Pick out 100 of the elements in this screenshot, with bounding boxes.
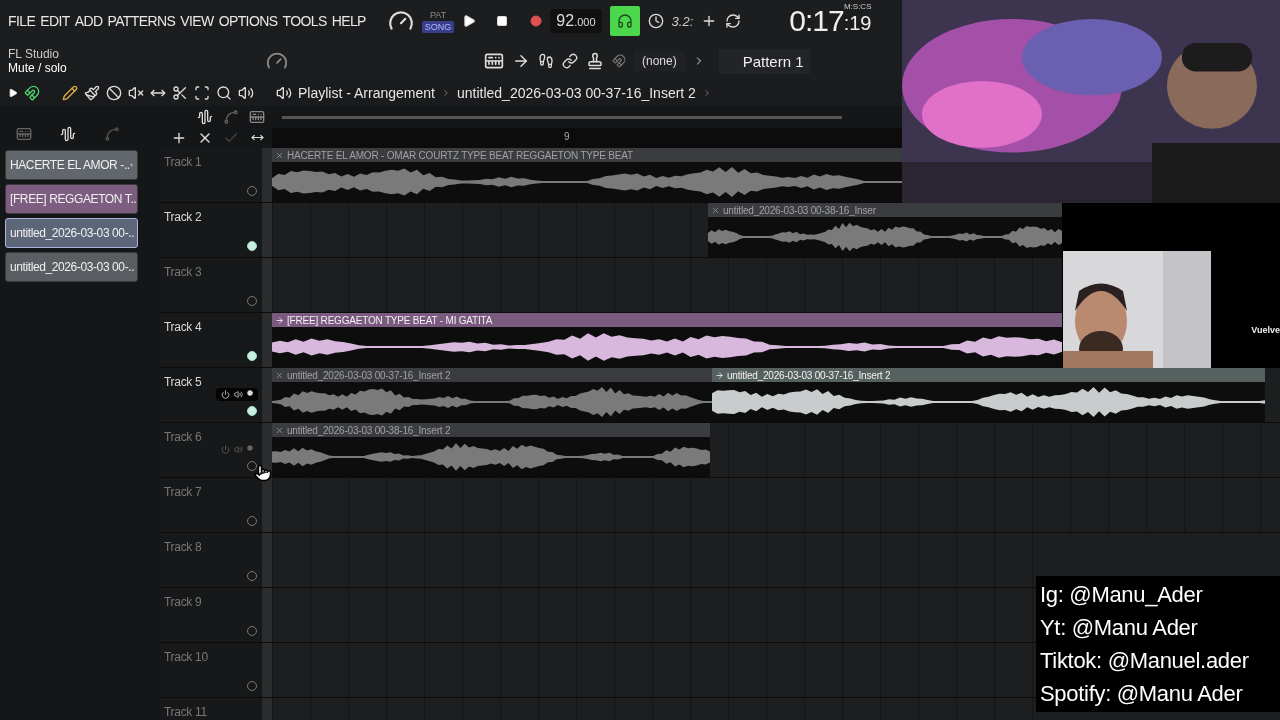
social-handle: Ig: @Manu_Ader bbox=[1040, 581, 1204, 609]
track-name: Track 4 bbox=[164, 320, 202, 334]
breadcrumb-path[interactable]: untitled_2026-03-03 00-37-16_Insert 2 bbox=[456, 85, 696, 101]
play-icon[interactable] bbox=[462, 14, 477, 28]
track-header[interactable]: Track 9 bbox=[160, 588, 262, 642]
pencil-icon[interactable] bbox=[62, 85, 78, 101]
track-header[interactable]: Track 7 bbox=[160, 478, 262, 532]
track-header[interactable]: Track 8 bbox=[160, 533, 262, 587]
piano-icon[interactable] bbox=[16, 126, 32, 142]
clip-header[interactable]: untitled_2026-03-03 00-38-16_Inser bbox=[708, 203, 1062, 217]
tempo-field[interactable]: 92.000 bbox=[550, 9, 602, 33]
clip-title: untitled_2026-03-03 00-37-16_Insert 2 bbox=[727, 369, 891, 381]
clip-title: HACERTE EL AMOR - OMAR COURTZ TYPE BEAT REGGAETON TYPE BEAT bbox=[287, 149, 633, 161]
clip-header[interactable]: [FREE] REGGAETON TYPE BEAT - MI GATITA bbox=[272, 313, 1062, 327]
clip-header[interactable]: untitled_2026-03-03 00-37-16_Insert 2 bbox=[712, 368, 1265, 382]
countdown-label[interactable]: 3.2: bbox=[671, 13, 694, 29]
picker-item[interactable]: HACERTE EL AMOR -.. bbox=[5, 150, 138, 180]
track-name: Track 2 bbox=[164, 210, 202, 224]
track-name: Track 7 bbox=[164, 485, 202, 499]
audio-clip[interactable]: untitled_2026-03-03 00-37-16_Insert 2 bbox=[712, 368, 1265, 422]
speaker-icon[interactable] bbox=[234, 390, 243, 399]
clip-header[interactable]: untitled_2026-03-03 00-38-16_Insert 2 bbox=[272, 423, 710, 437]
clip-title: untitled_2026-03-03 00-38-16_Inser bbox=[723, 204, 876, 216]
menu-item[interactable]: TOOLS bbox=[282, 13, 327, 29]
waveform-icon[interactable] bbox=[60, 126, 76, 142]
piano-icon[interactable] bbox=[249, 108, 265, 125]
stop-icon[interactable] bbox=[496, 15, 509, 27]
clip-header[interactable]: HACERTE EL AMOR - OMAR COURTZ TYPE BEAT REGGAETON TYPE BEAT bbox=[272, 148, 902, 162]
track-header[interactable]: Track 2 bbox=[160, 203, 262, 257]
track-header[interactable]: Track 1 bbox=[160, 148, 262, 202]
track-name: Track 11 bbox=[164, 705, 207, 719]
metronome-button[interactable] bbox=[609, 6, 640, 36]
speaker-icon[interactable] bbox=[276, 85, 292, 101]
menu-item[interactable]: HELP bbox=[331, 13, 366, 29]
track-name: Track 5 bbox=[164, 375, 202, 389]
menu-item[interactable]: EDIT bbox=[40, 13, 70, 29]
stamp-icon[interactable] bbox=[586, 52, 604, 70]
menu-item[interactable]: FILE bbox=[8, 13, 36, 29]
picker-item[interactable]: untitled_2026-03-03 00-.. bbox=[5, 252, 138, 282]
clip-title: [FREE] REGGAETON TYPE BEAT - MI GATITA bbox=[287, 314, 493, 326]
brush-icon[interactable] bbox=[84, 85, 100, 101]
track-name: Track 10 bbox=[164, 650, 208, 664]
hint-title: FL Studio bbox=[8, 47, 60, 61]
social-handle: Yt: @Manu Ader bbox=[1040, 614, 1199, 642]
picker-item[interactable]: [FREE] REGGAETON T.. bbox=[5, 184, 138, 214]
picker-item[interactable]: untitled_2026-03-03 00-.. bbox=[5, 218, 138, 248]
power-icon[interactable] bbox=[221, 390, 230, 399]
magnet-icon[interactable] bbox=[24, 85, 40, 101]
track-header[interactable]: Track 5 bbox=[160, 368, 262, 422]
menu-item[interactable]: ADD bbox=[74, 13, 103, 29]
track-name: Track 6 bbox=[164, 430, 202, 444]
zoom-icon[interactable] bbox=[216, 85, 232, 101]
mode-tab[interactable]: PAT bbox=[427, 9, 450, 21]
automation-icon[interactable] bbox=[104, 126, 120, 142]
social-handle: Spotify: @Manu Ader bbox=[1040, 680, 1244, 708]
delete-icon[interactable] bbox=[106, 85, 122, 101]
audio-clip[interactable]: [FREE] REGGAETON TYPE BEAT - MI GATITA bbox=[272, 313, 1062, 367]
audio-clip[interactable]: untitled_2026-03-03 00-38-16_Inser bbox=[708, 203, 1062, 257]
waveform-icon[interactable] bbox=[197, 108, 213, 125]
menu-item[interactable]: PATTERNS bbox=[107, 13, 176, 29]
expand-icon[interactable] bbox=[8, 88, 18, 98]
window-title: Playlist - Arrangement bbox=[298, 85, 435, 101]
keyboard-icon[interactable] bbox=[484, 51, 504, 71]
track-name: Track 1 bbox=[164, 155, 202, 169]
timeline-ruler[interactable]: 9 bbox=[272, 128, 902, 148]
audio-clip[interactable]: untitled_2026-03-03 00-37-16_Insert 2 bbox=[272, 368, 712, 422]
track-header[interactable]: Track 4 bbox=[160, 313, 262, 367]
track-header[interactable]: Track 11 bbox=[160, 698, 262, 720]
mode-tab[interactable]: SONG bbox=[421, 21, 455, 33]
track-lane[interactable]: untitled_2026-03-03 00-38-16_Inser bbox=[272, 203, 1062, 257]
arrow-icon[interactable] bbox=[512, 52, 530, 70]
audio-clip[interactable]: untitled_2026-03-03 00-38-16_Insert 2 bbox=[272, 423, 710, 477]
automation-icon[interactable] bbox=[223, 108, 239, 125]
scrollbar[interactable] bbox=[282, 115, 842, 119]
hint-text: Mute / solo bbox=[8, 61, 68, 75]
menu-item[interactable]: VIEW bbox=[180, 13, 214, 29]
clip-title: untitled_2026-03-03 00-38-16_Insert 2 bbox=[287, 424, 451, 436]
slice-icon[interactable] bbox=[172, 85, 188, 101]
playback-icon[interactable] bbox=[238, 85, 254, 101]
link-icon[interactable] bbox=[562, 53, 578, 69]
clock-icon[interactable] bbox=[647, 13, 664, 29]
track-header[interactable]: Track 3 bbox=[160, 258, 262, 312]
select-icon[interactable] bbox=[194, 85, 210, 101]
mute-icon[interactable] bbox=[128, 85, 144, 101]
audio-clip[interactable]: HACERTE EL AMOR - OMAR COURTZ TYPE BEAT REGGAETON TYPE BEAT bbox=[272, 148, 902, 202]
track-header[interactable]: Track 10 bbox=[160, 643, 262, 697]
snap-dropdown[interactable]: (none) bbox=[634, 51, 685, 71]
overlay-text: Vuelve bbox=[1251, 325, 1280, 335]
arrow-icon bbox=[715, 370, 724, 380]
pattern-selector[interactable]: Pattern 1 bbox=[718, 48, 810, 74]
arrow-icon bbox=[275, 315, 284, 325]
menu-item[interactable]: OPTIONS bbox=[218, 13, 278, 29]
clip-header[interactable]: untitled_2026-03-03 00-37-16_Insert 2 bbox=[272, 368, 712, 382]
clip-title: untitled_2026-03-03 00-37-16_Insert 2 bbox=[287, 369, 451, 381]
loop-icon[interactable] bbox=[725, 13, 742, 29]
track-name: Track 3 bbox=[164, 265, 202, 279]
track-header[interactable]: Track 6 bbox=[160, 423, 262, 477]
footprints-icon[interactable] bbox=[538, 53, 554, 69]
track-name: Track 9 bbox=[164, 595, 202, 609]
social-handle: Tiktok: @Manuel.ader bbox=[1040, 647, 1250, 675]
